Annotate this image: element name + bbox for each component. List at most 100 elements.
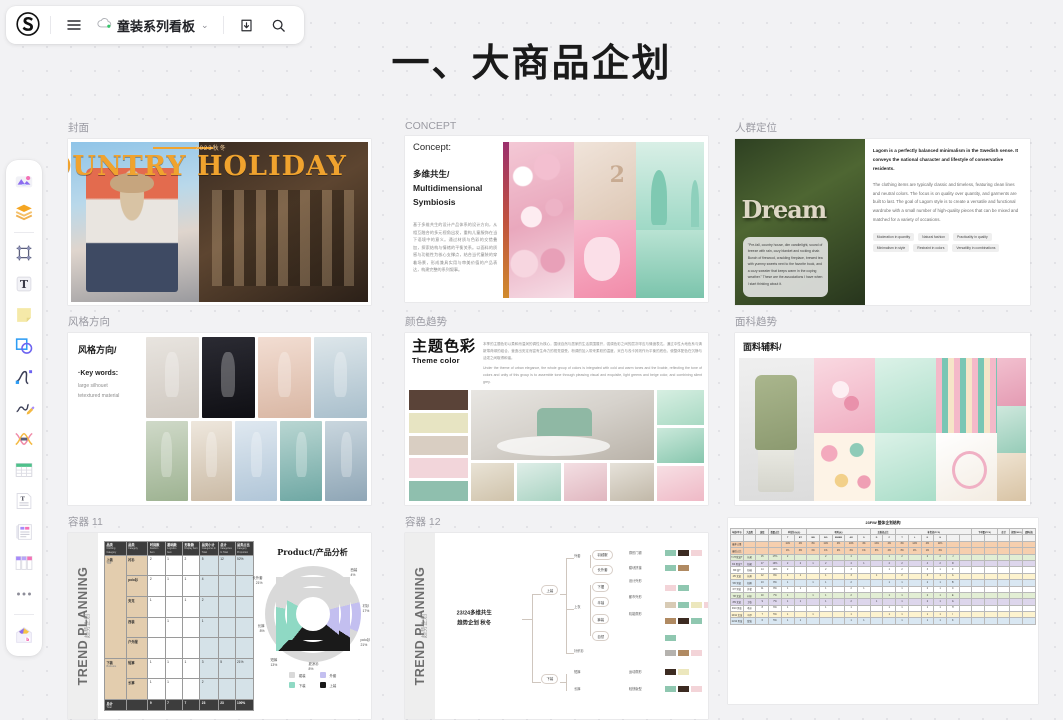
table-cell: 52%: [235, 555, 253, 576]
frame-body[interactable]: 23F/W 整体企划结构 年龄/季节大品类波段数量占比单位售价(元)毛利(元)主…: [728, 518, 1038, 704]
frame-tool-icon[interactable]: [10, 239, 38, 267]
concept-sub-en1: Multidimensional: [413, 181, 497, 195]
frame-style[interactable]: 风格方向 风格方向/ ·Key words: large silhouet te…: [68, 314, 371, 505]
table-cell: 1: [165, 576, 182, 597]
table-cell: 5: [200, 555, 218, 576]
mindmap-node-bottom[interactable]: 下装: [541, 674, 558, 684]
frame-label[interactable]: 面科趋势: [735, 314, 1030, 329]
pen-tool-icon[interactable]: [10, 363, 38, 391]
doc-tool-icon[interactable]: T: [10, 487, 38, 515]
frame-audience[interactable]: 人群定位 "Pre-fall, country house, dim candl…: [735, 120, 1030, 305]
frame-body[interactable]: TREND PLANNING 趋势企划 23/24多维共生 趋势企划 秋冬 上装…: [405, 533, 708, 719]
layers-tool-icon[interactable]: [10, 198, 38, 226]
frame-container-12[interactable]: 容器 12 TREND PLANNING 趋势企划 23/24多维共生 趋势企划…: [405, 514, 708, 719]
frame-container-13[interactable]: 23F/W 整体企划结构 年龄/季节大品类波段数量占比单位售价(元)毛利(元)主…: [728, 514, 1038, 704]
legend-swatch: [320, 682, 326, 688]
color-chip: [691, 550, 702, 556]
more-tool-icon[interactable]: [10, 580, 38, 608]
frame-label[interactable]: 容器 11: [68, 514, 371, 529]
mindmap-node[interactable]: 下摆: [592, 582, 609, 592]
fabric-body: [739, 358, 1026, 501]
table-tool-icon[interactable]: [10, 456, 38, 484]
mindmap-node[interactable]: 长外套: [592, 565, 612, 575]
hamburger-menu-icon[interactable]: [59, 10, 89, 40]
mindmap-node[interactable]: 半袖: [592, 597, 609, 607]
app-logo[interactable]: Ⓢ: [14, 11, 42, 39]
table-cell: [218, 576, 235, 597]
style-text-block: 风格方向/ ·Key words: large silhouet tetextu…: [72, 337, 143, 501]
mindmap-node[interactable]: 羽绒服: [592, 550, 612, 560]
style-image: [314, 337, 367, 418]
list-item: Practicality in quality: [953, 233, 992, 241]
table-row: 下装Bottoms短裤1113521%: [105, 658, 254, 679]
frame-label[interactable]: CONCEPT: [405, 120, 708, 132]
table-column-header: 品类Clothing Category: [105, 542, 127, 556]
table-cell: 5: [218, 658, 235, 679]
style-image: [258, 337, 311, 418]
draw-tool-icon[interactable]: [10, 394, 38, 422]
top-toolbar: Ⓢ 童装系列看板 ⌄: [6, 6, 304, 44]
search-icon[interactable]: [264, 10, 294, 40]
svg-text:T: T: [20, 278, 29, 291]
connector-tool-icon[interactable]: [10, 425, 38, 453]
images-tool-icon[interactable]: [10, 167, 38, 195]
chart-title: Product/产品分析: [277, 547, 347, 558]
fabric-image-row-2: [814, 433, 998, 501]
mindmap-leaf: 轻快版型: [629, 686, 642, 691]
kanban-tool-icon[interactable]: [10, 549, 38, 577]
frame-label[interactable]: 风格方向: [68, 314, 371, 329]
frame-label[interactable]: 颜色趋势: [405, 314, 708, 329]
table-column-header: 基础款Logistics Item: [165, 542, 182, 556]
mindmap-node[interactable]: 自然: [592, 631, 609, 641]
frame-body[interactable]: "Pre-fall, country house, dim candleligh…: [735, 139, 1030, 305]
sticky-note-tool-icon[interactable]: [10, 301, 38, 329]
frame-body[interactable]: 面料辅料/: [735, 333, 1030, 505]
frame-container-11[interactable]: 容器 11 TREND PLANNING 趋势企划 品类Clothing Cat…: [68, 514, 371, 719]
toolbar-divider-2: [223, 16, 224, 34]
color-chip: [665, 686, 676, 692]
style-image-grid: [146, 337, 367, 501]
table-row: 夹克112: [105, 596, 254, 617]
card-tool-icon[interactable]: [10, 518, 38, 546]
frame-label[interactable]: 封面: [68, 120, 371, 135]
frame-label[interactable]: 容器 12: [405, 514, 708, 529]
sheet-cell: [972, 618, 985, 624]
table-column-header: 形象款Display Item: [182, 542, 199, 556]
rail-divider-2: [14, 614, 34, 615]
color-swatch: [409, 390, 468, 410]
table-column-header: 时尚款Fashion Item: [148, 542, 165, 556]
mindmap-node[interactable]: 裤装: [592, 614, 609, 624]
frame-cover[interactable]: 封面 2023秋冬 COUNTRY HOLIDAY: [68, 120, 371, 305]
fabric-image-row-1: [814, 358, 998, 433]
container11-main: 品类Clothing Category品类Category时尚款Fashion …: [98, 533, 371, 719]
mindmap-node-top[interactable]: 上装: [541, 585, 558, 595]
sheet-cell: [997, 618, 1010, 624]
frame-label[interactable]: 人群定位: [735, 120, 1030, 135]
frame-body[interactable]: Concept: 多维共生/ Multidimensional Symbiosi…: [405, 136, 708, 302]
frame-body[interactable]: TREND PLANNING 趋势企划 品类Clothing Category品…: [68, 533, 371, 719]
export-icon[interactable]: [232, 10, 262, 40]
table-column-header: 总计Categories In Total: [218, 542, 235, 556]
audience-tag-list: Moderation in quantity Natural fashion P…: [873, 233, 1022, 252]
chevron-down-icon[interactable]: ⌄: [201, 20, 209, 31]
frame-fabric-trend[interactable]: 面科趋势 面料辅料/: [735, 314, 1030, 505]
frame-concept[interactable]: CONCEPT Concept: 多维共生/ Multidimensional …: [405, 120, 708, 302]
document-title-chip[interactable]: 童装系列看板 ⌄: [91, 10, 215, 40]
table-cell: 2: [148, 555, 165, 576]
mindmap-leaf: 设计外形: [629, 578, 642, 583]
assets-tool-icon[interactable]: b: [10, 621, 38, 649]
frame-body[interactable]: 2023秋冬 COUNTRY HOLIDAY: [68, 139, 371, 305]
sheet-cell: 1: [934, 618, 947, 624]
list-item: Restraint in colors: [913, 244, 948, 252]
color-chip: [678, 618, 689, 624]
fabric-heading: 面料辅料/: [739, 337, 1026, 358]
sheet-cell: 1: [845, 618, 858, 624]
fabric-slide: 面料辅料/: [735, 333, 1030, 505]
frame-color-trend[interactable]: 颜色趋势 主题色彩 Theme color 本季的主题色彩以柔和而温润的调性为核…: [405, 314, 708, 505]
table-cell: 夹克: [126, 596, 148, 617]
shape-tool-icon[interactable]: [10, 332, 38, 360]
color-chip: [691, 602, 702, 608]
frame-body[interactable]: 主题色彩 Theme color 本季的主题色彩以柔和而温润的调性为核心，围绕自…: [405, 333, 708, 505]
text-tool-icon[interactable]: T: [10, 270, 38, 298]
frame-body[interactable]: 风格方向/ ·Key words: large silhouet tetextu…: [68, 333, 371, 505]
